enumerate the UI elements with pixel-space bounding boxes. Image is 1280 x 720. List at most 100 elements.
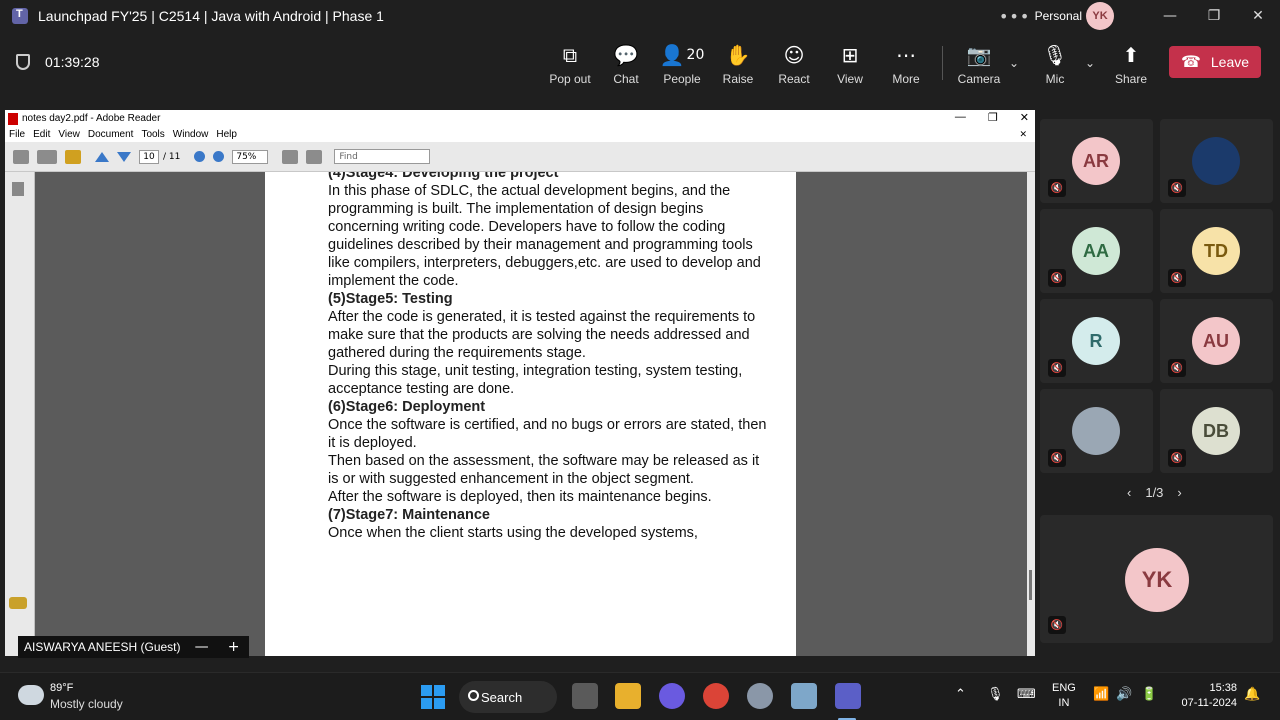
menu-tools[interactable]: Tools xyxy=(141,129,164,140)
more-options-icon[interactable]: ••• xyxy=(995,7,1035,26)
mic-muted-icon: 🔇 xyxy=(1168,449,1186,467)
reader-title-bar: notes day2.pdf - Adobe Reader — ❐ ✕ xyxy=(5,110,1035,127)
language-indicator[interactable]: ENG IN xyxy=(1052,681,1076,711)
weather-description[interactable]: Mostly cloudy xyxy=(50,697,123,711)
participant-tile[interactable]: TD 🔇 xyxy=(1160,209,1273,293)
next-page-icon[interactable] xyxy=(117,151,131,162)
reader-close-icon[interactable]: ✕ xyxy=(1020,111,1029,124)
volume-icon[interactable]: 🔊 xyxy=(1116,687,1132,702)
pager-next-icon[interactable]: › xyxy=(1177,485,1181,500)
weather-temperature[interactable]: 89°F xyxy=(50,682,73,694)
mic-button[interactable]: 🎙 Mic xyxy=(1027,42,1083,92)
mic-options-chevron-icon[interactable]: ⌄ xyxy=(1085,56,1095,70)
start-button-icon[interactable] xyxy=(421,685,445,709)
zoom-level-select[interactable]: 75% xyxy=(232,149,269,164)
photos-icon[interactable] xyxy=(791,683,817,709)
participant-tile[interactable]: 🔇 xyxy=(1040,389,1153,473)
page-number-input[interactable]: 10 xyxy=(139,149,159,164)
microphone-icon[interactable]: 🎙 xyxy=(987,687,1004,702)
document-close-icon[interactable]: ✕ xyxy=(1019,129,1027,140)
chat-button[interactable]: 💬 Chat xyxy=(598,42,654,92)
battery-icon[interactable]: 🔋 xyxy=(1141,687,1157,702)
reader-minimize-icon[interactable]: — xyxy=(955,111,966,124)
menu-help[interactable]: Help xyxy=(216,129,237,140)
participant-tile[interactable]: AA 🔇 xyxy=(1040,209,1153,293)
file-explorer-icon[interactable] xyxy=(615,683,641,709)
more-label: More xyxy=(892,72,920,86)
self-video-tile[interactable]: YK 🔇 xyxy=(1040,515,1273,643)
participant-tile[interactable]: 🔇 xyxy=(1160,119,1273,203)
search-label: Search xyxy=(481,689,523,705)
menu-window[interactable]: Window xyxy=(173,129,209,140)
people-button[interactable]: 👤 20 People xyxy=(654,42,710,92)
participant-tile[interactable]: AU 🔇 xyxy=(1160,299,1273,383)
participant-tile[interactable]: DB 🔇 xyxy=(1160,389,1273,473)
zoom-in-button[interactable]: + xyxy=(228,639,240,655)
participant-tile[interactable]: AR 🔇 xyxy=(1040,119,1153,203)
vertical-scrollbar[interactable] xyxy=(1027,172,1035,656)
raise-hand-button[interactable]: ✋ Raise xyxy=(710,42,766,92)
scrollbar-thumb[interactable] xyxy=(1029,570,1032,600)
weather-cloud-icon[interactable] xyxy=(18,685,44,705)
menu-edit[interactable]: Edit xyxy=(33,129,50,140)
leave-label: Leave xyxy=(1210,54,1250,70)
react-button[interactable]: ☺ React xyxy=(766,42,822,92)
more-button[interactable]: ⋯ More xyxy=(878,42,934,92)
participant-avatar: TD xyxy=(1192,227,1240,275)
print-icon[interactable] xyxy=(13,149,29,164)
meeting-timer: 01:39:28 xyxy=(45,54,100,70)
pages-panel-icon[interactable] xyxy=(12,182,24,196)
menu-view[interactable]: View xyxy=(58,129,80,140)
people-icon: 👤 20 xyxy=(659,43,705,67)
menu-document[interactable]: Document xyxy=(88,129,134,140)
participant-tile[interactable]: R 🔇 xyxy=(1040,299,1153,383)
clock[interactable]: 15:38 07-11-2024 xyxy=(1175,681,1237,711)
pdf-heading: (5)Stage5: Testing xyxy=(328,291,453,307)
teams-taskbar-icon[interactable] xyxy=(835,683,861,709)
account-label[interactable]: Personal xyxy=(1035,9,1082,23)
copilot-icon[interactable] xyxy=(659,683,685,709)
menu-file[interactable]: File xyxy=(9,129,25,140)
teams-app-icon xyxy=(12,8,28,24)
notifications-bell-icon[interactable]: 🔔 xyxy=(1244,687,1260,702)
reader-restore-icon[interactable]: ❐ xyxy=(988,111,998,124)
taskbar-search[interactable]: Search xyxy=(459,681,557,713)
show-hidden-icons-icon[interactable]: ⌃ xyxy=(955,687,966,702)
keyboard-icon[interactable]: ⌨ xyxy=(1017,687,1036,702)
email-icon[interactable] xyxy=(37,149,57,164)
camera-options-chevron-icon[interactable]: ⌄ xyxy=(1009,56,1019,70)
self-avatar: YK xyxy=(1125,548,1189,612)
mic-muted-icon: 🔇 xyxy=(1048,269,1066,287)
settings-icon[interactable] xyxy=(747,683,773,709)
share-button[interactable]: ⬆ Share xyxy=(1103,42,1159,92)
pdf-heading: (7)Stage7: Maintenance xyxy=(328,507,490,523)
leave-button[interactable]: ☎ Leave xyxy=(1169,46,1261,78)
close-icon[interactable]: ✕ xyxy=(1236,0,1280,32)
fit-page-icon[interactable] xyxy=(282,149,299,164)
pdf-paragraph: After the code is generated, it is teste… xyxy=(328,309,756,361)
windows-taskbar: 89°F Mostly cloudy Search ⌃ 🎙 ⌨ ENG IN 📶… xyxy=(0,672,1280,720)
comments-panel-icon[interactable] xyxy=(9,597,27,609)
view-button[interactable]: ⊞ View xyxy=(822,42,878,92)
account-avatar[interactable]: YK xyxy=(1086,2,1114,30)
zoom-out-button[interactable]: — xyxy=(195,639,209,655)
camera-button[interactable]: 📷 Camera xyxy=(951,42,1007,92)
more-icon: ⋯ xyxy=(896,43,916,67)
zoom-out-icon[interactable] xyxy=(194,151,206,162)
mic-label: Mic xyxy=(1045,72,1065,86)
chrome-icon[interactable] xyxy=(703,683,729,709)
fit-width-icon[interactable] xyxy=(306,149,323,164)
collaborate-icon[interactable] xyxy=(65,149,81,164)
maximize-icon[interactable]: ❐ xyxy=(1192,0,1236,32)
pager-previous-icon[interactable]: ‹ xyxy=(1127,485,1131,500)
find-input[interactable]: Find xyxy=(334,149,431,164)
wifi-icon[interactable]: 📶 xyxy=(1093,687,1109,702)
previous-page-icon[interactable] xyxy=(95,151,109,162)
chat-icon: 💬 xyxy=(613,43,639,67)
zoom-in-icon[interactable] xyxy=(213,151,225,162)
pop-out-button[interactable]: ⧉ Pop out xyxy=(542,42,598,92)
minimize-icon[interactable]: — xyxy=(1148,0,1192,32)
task-view-icon[interactable] xyxy=(572,683,598,709)
pdf-paragraph: Once the software is certified, and no b… xyxy=(328,417,767,451)
search-icon xyxy=(468,690,479,701)
